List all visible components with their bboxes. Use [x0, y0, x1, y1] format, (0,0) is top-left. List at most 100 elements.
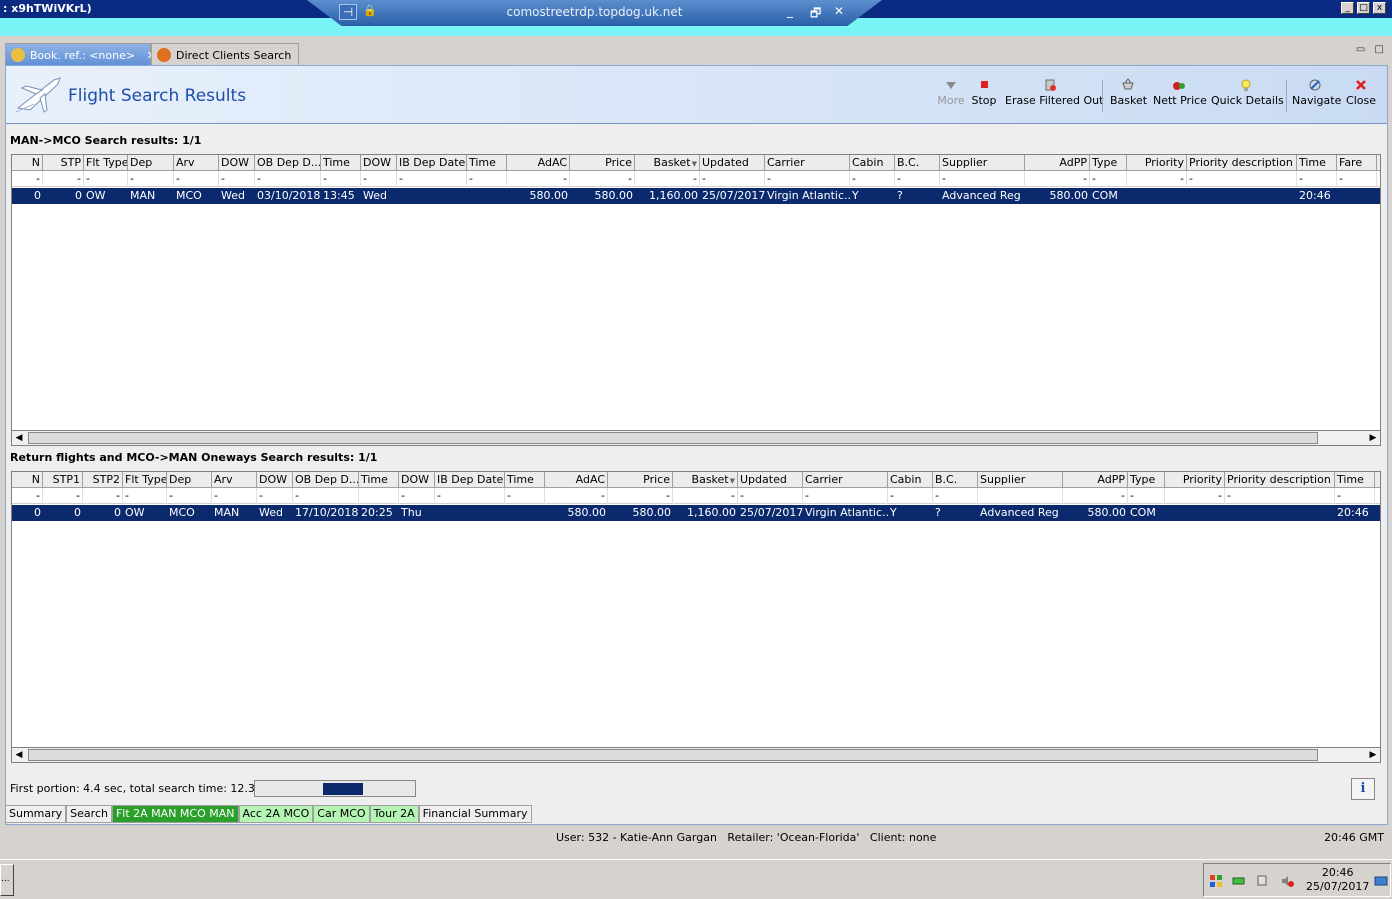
column-header[interactable]: Time	[1297, 155, 1337, 171]
tab-booking[interactable]: Book. ref.: <none> ✕	[5, 43, 156, 66]
system-tray: 20:46 25/07/2017	[1203, 863, 1391, 897]
bottom-tab-acc-2a-mco[interactable]: Acc 2A MCO	[238, 805, 314, 823]
column-header[interactable]: Flt Type	[84, 155, 128, 171]
column-header[interactable]: AdPP	[1063, 472, 1128, 488]
windows-flag-icon[interactable]	[1209, 874, 1223, 888]
start-button[interactable]: ...	[0, 864, 14, 896]
table-cell: Advanced Reg	[980, 506, 1059, 519]
column-header[interactable]: OB Dep D...	[293, 472, 359, 488]
column-header[interactable]: STP2	[83, 472, 123, 488]
bottom-tab-flt-2a-man-mco-man[interactable]: Flt 2A MAN MCO MAN	[111, 805, 239, 823]
column-header[interactable]: Time	[359, 472, 399, 488]
column-header[interactable]: Supplier	[978, 472, 1063, 488]
column-header[interactable]: Priority	[1165, 472, 1225, 488]
column-header[interactable]: Arv	[212, 472, 257, 488]
os-minimize-button[interactable]: _	[1341, 2, 1354, 14]
volume-muted-icon[interactable]	[1280, 874, 1294, 888]
column-header[interactable]: Price	[608, 472, 673, 488]
quick-details-button[interactable]: Quick Details	[1211, 78, 1284, 107]
os-restore-button[interactable]: □	[1357, 2, 1370, 14]
column-header[interactable]: Cabin	[850, 155, 895, 171]
table-row[interactable]: 0 0 0 OW MCO MAN Wed 17/10/2018 20:25 Thu 580.00 58…	[12, 505, 1380, 521]
tab-direct-clients-search[interactable]: Direct Clients Search	[151, 43, 299, 66]
erase-filtered-out-button[interactable]: Erase Filtered Out	[1005, 78, 1103, 107]
navigate-button[interactable]: Navigate	[1292, 78, 1341, 107]
column-header[interactable]: OB Dep D...	[255, 155, 321, 171]
column-header[interactable]: AdAC	[545, 472, 608, 488]
scroll-thumb[interactable]	[28, 749, 1318, 761]
column-header[interactable]: IB Dep Date	[435, 472, 505, 488]
column-header[interactable]: Supplier	[940, 155, 1025, 171]
column-header[interactable]: AdPP	[1025, 155, 1090, 171]
column-header[interactable]: Price	[570, 155, 635, 171]
column-header[interactable]: Carrier	[765, 155, 850, 171]
close-button[interactable]: Close	[1346, 78, 1376, 107]
bottom-tab-financial-summary[interactable]: Financial Summary	[418, 805, 532, 823]
column-header[interactable]: Dep	[128, 155, 174, 171]
column-header[interactable]: IB Dep Date	[397, 155, 467, 171]
column-header[interactable]: Arv	[174, 155, 219, 171]
column-header[interactable]: Time	[321, 155, 361, 171]
client-info: Client: none	[869, 831, 937, 844]
column-header[interactable]: Updated	[738, 472, 803, 488]
scroll-left-icon[interactable]: ◀	[12, 431, 26, 445]
column-header[interactable]: AdAC	[507, 155, 570, 171]
column-header[interactable]: Fare	[1337, 155, 1377, 171]
column-header[interactable]: Flt Type	[123, 472, 167, 488]
column-header[interactable]: DOW	[399, 472, 435, 488]
column-header[interactable]: Type	[1128, 472, 1165, 488]
column-header[interactable]: DOW	[361, 155, 397, 171]
column-header[interactable]: STP	[43, 155, 84, 171]
column-header[interactable]: Updated	[700, 155, 765, 171]
rdp-restore-button[interactable]: 🗗	[810, 4, 821, 25]
column-header[interactable]: B.C.	[895, 155, 940, 171]
column-header[interactable]: Basket▼	[673, 472, 738, 488]
column-header[interactable]: Carrier	[803, 472, 888, 488]
panel-maximize-icon[interactable]: □	[1375, 44, 1384, 55]
bottom-tab-tour-2a[interactable]: Tour 2A	[369, 805, 419, 823]
column-header[interactable]: Priority	[1127, 155, 1187, 171]
column-header[interactable]: Cabin	[888, 472, 933, 488]
column-header[interactable]: Time	[505, 472, 545, 488]
column-header[interactable]: Priority description	[1225, 472, 1335, 488]
scroll-right-icon[interactable]: ▶	[1366, 748, 1380, 762]
bottom-tab-car-mco[interactable]: Car MCO	[313, 805, 370, 823]
network-icon[interactable]	[1256, 874, 1270, 888]
more-button[interactable]: More	[936, 78, 966, 107]
scroll-left-icon[interactable]: ◀	[12, 748, 26, 762]
filter-cell: -	[12, 488, 43, 504]
stop-button[interactable]: Stop	[971, 78, 997, 107]
taskbar-clock[interactable]: 20:46 25/07/2017	[1306, 866, 1369, 894]
rdp-minimize-button[interactable]: _	[787, 4, 793, 18]
column-header[interactable]: N	[12, 472, 43, 488]
bottom-tab-summary[interactable]: Summary	[5, 805, 67, 823]
column-header[interactable]: Type	[1090, 155, 1127, 171]
battery-icon[interactable]	[1232, 874, 1246, 888]
bottom-tab-search[interactable]: Search	[66, 805, 112, 823]
user-info: User: 532 - Katie-Ann Gargan	[556, 831, 717, 844]
basket-button[interactable]: Basket	[1110, 78, 1147, 107]
rdp-close-button[interactable]: ✕	[834, 4, 844, 18]
column-header[interactable]: Priority description	[1187, 155, 1297, 171]
table-cell: COM	[1092, 189, 1118, 202]
column-header[interactable]: Dep	[167, 472, 212, 488]
column-header[interactable]: DOW	[257, 472, 293, 488]
column-header[interactable]: N	[12, 155, 43, 171]
column-header[interactable]: Time	[1335, 472, 1375, 488]
column-header[interactable]: DOW	[219, 155, 255, 171]
scroll-right-icon[interactable]: ▶	[1366, 431, 1380, 445]
outbound-horizontal-scrollbar[interactable]: ◀ ▶	[11, 430, 1381, 446]
info-button[interactable]: i	[1351, 778, 1375, 800]
table-row[interactable]: 0 0 OW MAN MCO Wed 03/10/2018 13:45 Wed 580.00 580…	[12, 188, 1380, 204]
return-horizontal-scrollbar[interactable]: ◀ ▶	[11, 747, 1381, 763]
nett-price-button[interactable]: Nett Price	[1153, 78, 1207, 107]
column-header[interactable]: Basket▼	[635, 155, 700, 171]
show-desktop-icon[interactable]	[1374, 874, 1388, 888]
panel-minimize-icon[interactable]: ▭	[1356, 44, 1365, 55]
column-header[interactable]: B.C.	[933, 472, 978, 488]
column-header[interactable]: STP1	[43, 472, 83, 488]
column-header[interactable]: Time	[467, 155, 507, 171]
os-close-button[interactable]: x	[1373, 2, 1386, 14]
gmt-time: 20:46 GMT	[1324, 831, 1384, 844]
scroll-thumb[interactable]	[28, 432, 1318, 444]
